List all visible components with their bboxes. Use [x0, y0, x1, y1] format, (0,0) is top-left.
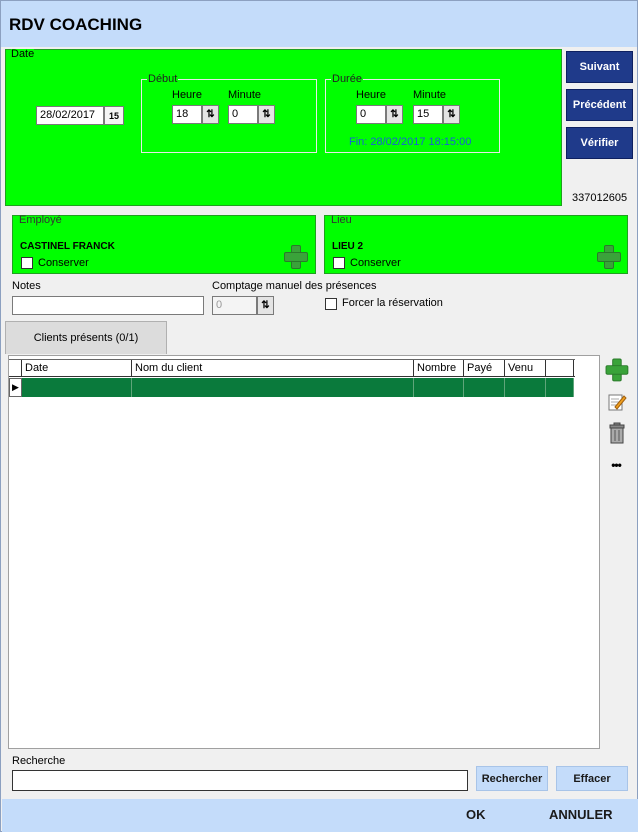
duree-heure-spinner[interactable]: ⇅ [386, 105, 403, 124]
grid-header-date[interactable]: Date [22, 360, 132, 376]
notes-label: Notes [12, 280, 41, 292]
date-legend: Date [11, 48, 35, 60]
clear-button[interactable]: Effacer [556, 766, 628, 791]
employe-legend: Employé [19, 214, 62, 226]
lieu-conserver-label: Conserver [350, 257, 401, 269]
row-cell-date[interactable] [22, 378, 132, 397]
fin-text: Fin: 28/02/2017 18:15:00 [349, 136, 472, 148]
row-cell-nombre[interactable] [414, 378, 464, 397]
debut-minute-input[interactable]: 0 [228, 105, 258, 124]
calendar-icon[interactable]: 15 [104, 106, 124, 125]
debut-heure-label: Heure [172, 89, 202, 101]
grid-header-extra [546, 360, 574, 376]
duree-minute-label: Minute [413, 89, 447, 101]
table-row[interactable]: ▶ [9, 378, 575, 397]
title-bar: RDV COACHING [1, 1, 637, 47]
record-id: 337012605 [572, 192, 628, 204]
debut-heure-input[interactable]: 18 [172, 105, 202, 124]
comptage-spinner[interactable]: ⇅ [257, 296, 274, 315]
grid-header-nombre[interactable]: Nombre [414, 360, 464, 376]
grid-header-nom-client[interactable]: Nom du client [132, 360, 414, 376]
next-button[interactable]: Suivant [566, 51, 633, 83]
grid-header: Date Nom du client Nombre Payé Venu [9, 359, 575, 377]
search-input[interactable] [12, 770, 468, 791]
debut-heure-spinner[interactable]: ⇅ [202, 105, 219, 124]
duree-minute-input[interactable]: 15 [413, 105, 443, 124]
rdv-coaching-window: RDV COACHING Date 28/02/2017 15 Début He… [0, 0, 638, 832]
forcer-reservation-checkbox[interactable] [325, 298, 337, 310]
employe-name: CASTINEL FRANCK [20, 241, 115, 252]
more-icon[interactable]: ••• [604, 453, 628, 477]
duree-legend: Durée [331, 73, 363, 85]
employe-conserver-checkbox[interactable] [21, 257, 33, 269]
trash-icon[interactable] [605, 421, 629, 445]
duree-minute-spinner[interactable]: ⇅ [443, 105, 460, 124]
clients-grid[interactable]: Date Nom du client Nombre Payé Venu ▶ [8, 355, 600, 749]
edit-icon[interactable] [605, 390, 629, 414]
search-label: Recherche [12, 755, 66, 767]
comptage-input[interactable]: 0 [212, 296, 257, 315]
notes-input[interactable] [12, 296, 204, 315]
comptage-label: Comptage manuel des présences [212, 280, 377, 292]
debut-minute-label: Minute [228, 89, 262, 101]
duree-heure-label: Heure [356, 89, 386, 101]
grid-header-venu[interactable]: Venu [505, 360, 546, 376]
lieu-legend: Lieu [331, 214, 352, 226]
row-selector-icon[interactable]: ▶ [9, 378, 22, 397]
row-cell-nom-client[interactable] [132, 378, 414, 397]
debut-legend: Début [147, 73, 179, 85]
grid-header-rowmark [9, 360, 22, 376]
plus-icon[interactable] [605, 358, 629, 382]
window-title: RDV COACHING [9, 15, 143, 34]
cancel-button[interactable]: ANNULER [549, 807, 613, 822]
employe-conserver-label: Conserver [38, 257, 89, 269]
verify-button[interactable]: Vérifier [566, 127, 633, 159]
add-employe-plus-icon[interactable] [284, 245, 308, 269]
date-input[interactable]: 28/02/2017 [36, 106, 104, 125]
grid-header-paye[interactable]: Payé [464, 360, 505, 376]
row-cell-paye[interactable] [464, 378, 505, 397]
footer-bar [2, 799, 638, 832]
forcer-reservation-label: Forcer la réservation [342, 297, 443, 309]
debut-minute-spinner[interactable]: ⇅ [258, 105, 275, 124]
previous-button[interactable]: Précédent [566, 89, 633, 121]
duree-heure-input[interactable]: 0 [356, 105, 386, 124]
row-cell-extra[interactable] [546, 378, 574, 397]
row-cell-venu[interactable] [505, 378, 546, 397]
lieu-name: LIEU 2 [332, 241, 364, 252]
lieu-conserver-checkbox[interactable] [333, 257, 345, 269]
search-button[interactable]: Rechercher [476, 766, 548, 791]
add-lieu-plus-icon[interactable] [597, 245, 621, 269]
tab-clients-presents[interactable]: Clients présents (0/1) [5, 321, 167, 354]
ok-button[interactable]: OK [466, 807, 486, 822]
